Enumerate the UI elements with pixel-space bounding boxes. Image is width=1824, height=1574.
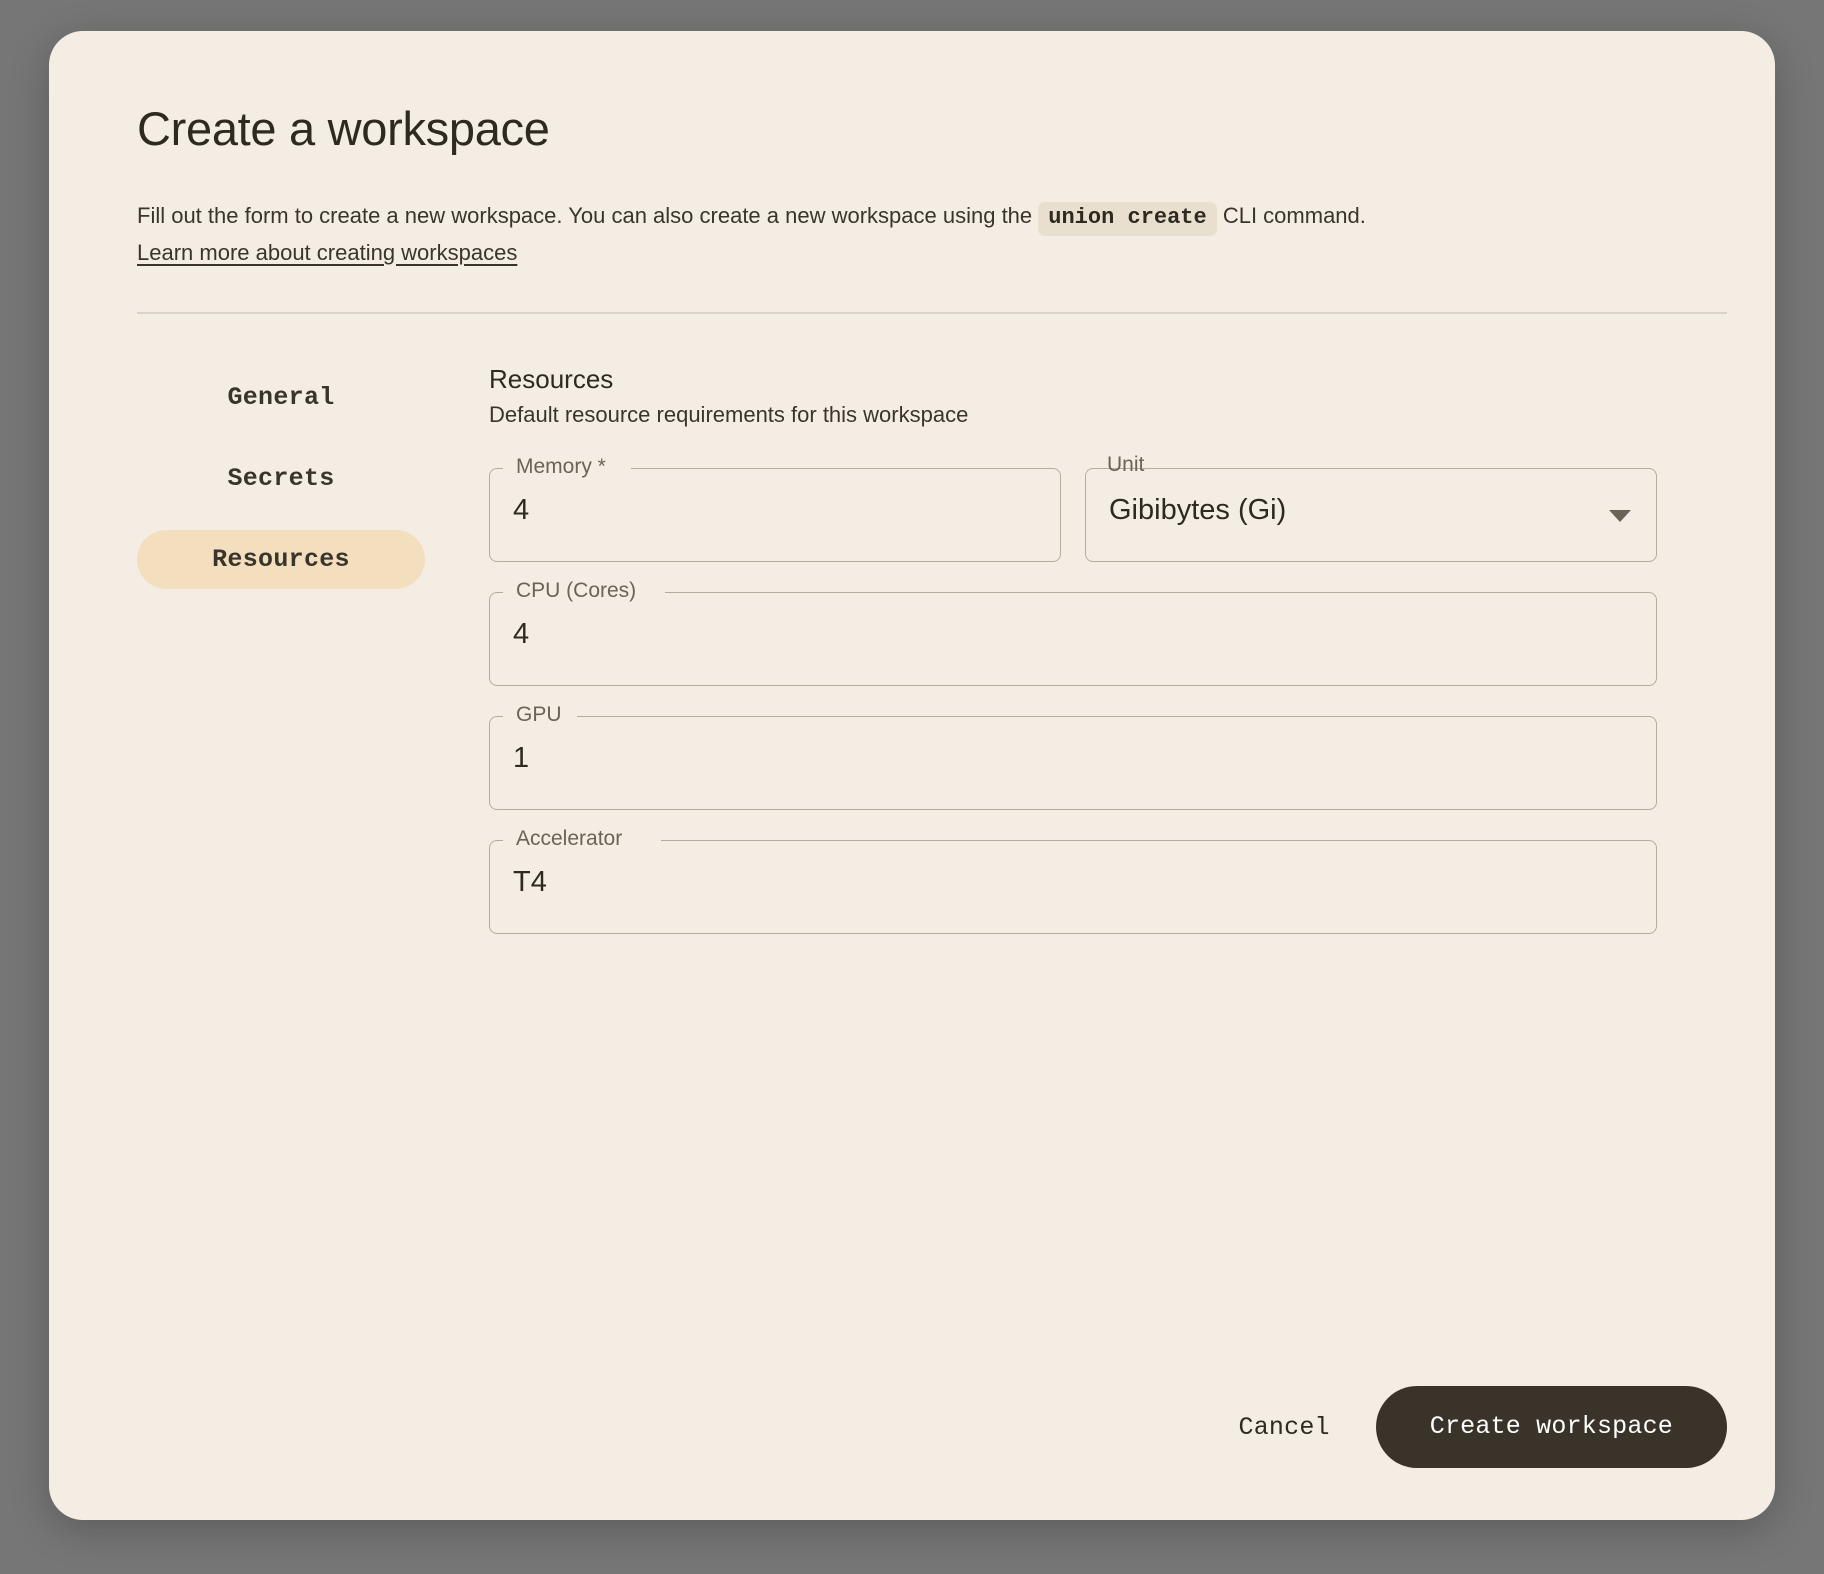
learn-more-link[interactable]: Learn more about creating workspaces (137, 240, 517, 265)
dialog-body: General Secrets Resources Resources Defa… (49, 314, 1775, 934)
dialog-footer: Cancel Create workspace (1233, 1386, 1727, 1468)
resources-form: Resources Default resource requirements … (437, 362, 1727, 934)
gpu-input[interactable] (513, 737, 1591, 778)
unit-field[interactable]: Unit (1085, 453, 1657, 562)
dialog-description: Fill out the form to create a new worksp… (137, 199, 1697, 270)
cpu-field-label: CPU (Cores) (516, 578, 637, 602)
section-title: Resources (489, 363, 614, 394)
accelerator-field-label: Accelerator (516, 826, 623, 850)
memory-field[interactable]: Memory * (489, 455, 1061, 562)
cli-command-badge: union create (1038, 201, 1217, 236)
cpu-field[interactable]: CPU (Cores) (489, 579, 1657, 686)
sidebar-item-resources[interactable]: Resources (137, 529, 425, 589)
unit-field-label: Unit (1107, 452, 1145, 476)
gpu-field[interactable]: GPU (489, 703, 1657, 810)
settings-sidebar: General Secrets Resources (137, 362, 437, 934)
unit-select-value[interactable] (1109, 489, 1591, 530)
description-text-before: Fill out the form to create a new worksp… (137, 202, 1039, 228)
accelerator-input[interactable] (513, 861, 1591, 902)
create-workspace-button[interactable]: Create workspace (1375, 1386, 1727, 1468)
dialog-header: Create a workspace Fill out the form to … (49, 31, 1775, 270)
memory-input[interactable] (513, 489, 995, 530)
cancel-button[interactable]: Cancel (1233, 1403, 1336, 1452)
description-text-after: CLI command. (1216, 202, 1366, 228)
page-title: Create a workspace (137, 102, 550, 155)
gpu-field-label: GPU (516, 702, 562, 726)
accelerator-field[interactable]: Accelerator (489, 827, 1657, 934)
sidebar-item-general[interactable]: General (137, 368, 425, 427)
create-workspace-dialog: Create a workspace Fill out the form to … (49, 31, 1775, 1520)
memory-unit-row: Memory * Unit (489, 453, 1727, 562)
chevron-down-icon[interactable] (1609, 509, 1631, 522)
cpu-input[interactable] (513, 613, 1591, 654)
section-subtitle: Default resource requirements for this w… (489, 401, 969, 427)
memory-field-label: Memory * (516, 454, 606, 478)
sidebar-item-secrets[interactable]: Secrets (137, 449, 425, 508)
